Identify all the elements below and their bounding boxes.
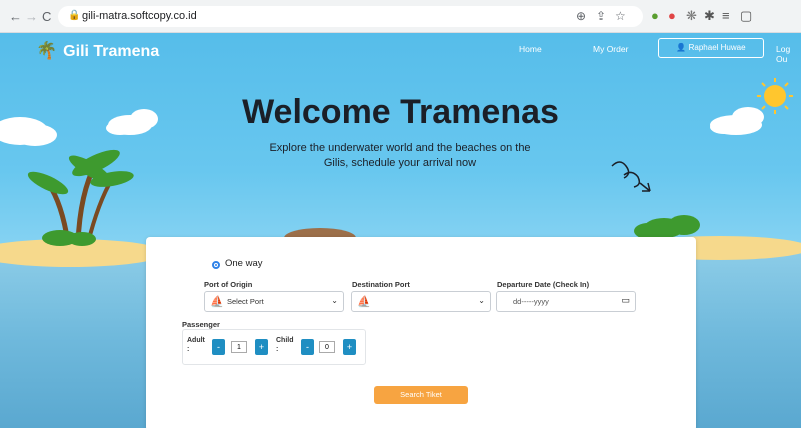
lock-icon: 🔒 [68, 10, 81, 21]
url-text[interactable]: gili-matra.softcopy.co.id [82, 10, 197, 22]
destination-select[interactable]: ⛵ ⌄ [351, 291, 491, 312]
child-label: Child: [276, 337, 294, 353]
browser-chrome: ← → C 🔒 gili-matra.softcopy.co.id ⊕ ⇪ ☆ … [0, 0, 801, 33]
date-label: Departure Date (Check In) [497, 280, 590, 289]
one-way-label[interactable]: One way [225, 258, 263, 269]
bookmark-star-icon[interactable]: ☆ [615, 9, 626, 23]
reload-icon[interactable]: C [42, 9, 51, 24]
adult-count[interactable]: 1 [231, 341, 247, 353]
logout-link[interactable]: Log Ou [776, 44, 801, 64]
island-left [0, 149, 165, 267]
origin-label: Port of Origin [204, 280, 253, 289]
brand-name: Gili Tramena [63, 43, 160, 60]
side-panel-icon[interactable]: ▢ [740, 8, 752, 24]
booking-card: One way Port of Origin ⛵ Select Port ⌄ D… [146, 237, 696, 428]
adult-increment-button[interactable]: + [255, 339, 268, 355]
hero-title: Welcome Tramenas [242, 93, 559, 131]
brand[interactable]: 🌴 Gili Tramena [36, 41, 159, 61]
extension-icon[interactable]: ● [668, 8, 676, 23]
nav-home[interactable]: Home [519, 44, 542, 54]
share-icon[interactable]: ⇪ [596, 9, 606, 23]
palm-logo-icon: 🌴 [36, 41, 58, 60]
one-way-radio[interactable] [212, 261, 220, 269]
origin-value: Select Port [227, 297, 264, 306]
chevron-down-icon: ⌄ [331, 296, 338, 305]
destination-label: Destination Port [352, 280, 410, 289]
child-decrement-button[interactable]: - [301, 339, 314, 355]
passenger-label: Passenger [182, 320, 220, 329]
adult-label: Adult: [187, 337, 205, 353]
date-placeholder: dd-----yyyy [513, 297, 549, 306]
chevron-down-icon: ⌄ [478, 296, 485, 305]
extension-icon[interactable]: ● [651, 8, 659, 23]
search-ticket-button[interactable]: Search Tiket [374, 386, 468, 404]
zoom-icon[interactable]: ⊕ [576, 9, 586, 23]
child-increment-button[interactable]: + [343, 339, 356, 355]
back-icon[interactable]: ← [9, 9, 22, 24]
calendar-icon[interactable]: ▭ [621, 295, 630, 306]
forward-icon[interactable]: → [25, 9, 38, 24]
extensions-puzzle-icon[interactable]: ✱ [704, 8, 715, 24]
adult-decrement-button[interactable]: - [212, 339, 225, 355]
reading-list-icon[interactable]: ≡ [722, 8, 730, 23]
origin-select[interactable]: ⛵ Select Port ⌄ [204, 291, 344, 312]
child-count[interactable]: 0 [319, 341, 335, 353]
user-account-button[interactable]: 👤 Raphael Huwae [658, 38, 764, 58]
nav-my-order[interactable]: My Order [593, 44, 628, 54]
boat-icon: ⛵ [210, 296, 224, 308]
extension-icon[interactable]: ❋ [686, 8, 697, 24]
user-icon: 👤 [676, 43, 687, 52]
swirl-arrow-decoration [611, 161, 651, 192]
passenger-box: Adult: - 1 + Child: - 0 + [182, 329, 366, 365]
user-name: Raphael Huwae [688, 43, 746, 52]
departure-date-input[interactable]: dd-----yyyy ▭ [496, 291, 636, 312]
hero-subtitle: Explore the underwater world and the bea… [269, 142, 531, 169]
address-bar[interactable]: 🔒 gili-matra.softcopy.co.id ⊕ ⇪ ☆ [58, 6, 643, 27]
page: 🌴 Gili Tramena Home My Order 👤 Raphael Hu… [0, 33, 801, 428]
boat-icon: ⛵ [357, 296, 371, 308]
